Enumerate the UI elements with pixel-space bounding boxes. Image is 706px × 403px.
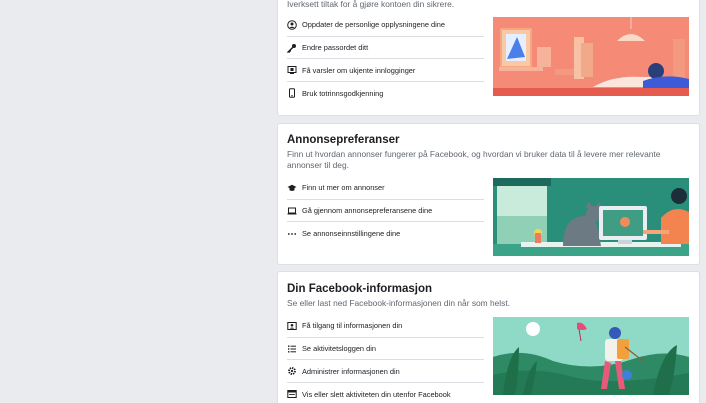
ad-preferences-illustration <box>493 178 689 256</box>
two-factor-link[interactable]: Bruk totrinnsgodkjenning <box>287 82 484 105</box>
security-illustration <box>493 17 689 96</box>
device-alert-icon <box>287 65 297 75</box>
item-label: Endre passordet ditt <box>302 43 369 53</box>
key-icon <box>287 43 297 53</box>
more-dots-icon <box>287 229 297 239</box>
security-description: Iverksett tiltak for å gjøre kontoen din… <box>287 0 455 9</box>
off-facebook-activity-link[interactable]: Vis eller slett aktiviteten din utenfor … <box>287 383 484 403</box>
id-card-icon <box>287 321 297 331</box>
review-ad-preferences-link[interactable]: Gå gjennom annonsepreferansene dine <box>287 200 484 223</box>
item-label: Gå gjennom annonsepreferansene dine <box>302 206 433 216</box>
security-item-list: Oppdater de personlige opplysningene din… <box>287 14 484 105</box>
learn-about-ads-link[interactable]: Finn ut mer om annonser <box>287 177 484 200</box>
ad-preferences-item-list: Finn ut mer om annonser Gå gjennom annon… <box>287 177 484 245</box>
item-label: Få tilgang til informasjonen din <box>302 321 403 331</box>
list-icon <box>287 344 297 354</box>
item-label: Administrer informasjonen din <box>302 366 400 376</box>
security-card: Iverksett tiltak for å gjøre kontoen din… <box>278 0 699 115</box>
facebook-information-card: Din Facebook-informasjon Se eller last n… <box>278 272 699 403</box>
change-password-link[interactable]: Endre passordet ditt <box>287 37 484 60</box>
access-information-link[interactable]: Få tilgang til informasjonen din <box>287 315 484 338</box>
user-circle-icon <box>287 20 297 30</box>
item-label: Oppdater de personlige opplysningene din… <box>302 20 445 30</box>
manage-information-link[interactable]: Administrer informasjonen din <box>287 360 484 384</box>
update-personal-info-link[interactable]: Oppdater de personlige opplysningene din… <box>287 14 484 37</box>
item-label: Se annonseinnstillingene dine <box>302 229 401 239</box>
facebook-information-title: Din Facebook-informasjon <box>287 283 433 295</box>
gear-icon <box>287 366 297 376</box>
history-icon <box>287 389 297 399</box>
facebook-information-illustration <box>493 317 689 395</box>
item-label: Bruk totrinnsgodkjenning <box>302 88 384 98</box>
ad-preferences-card: Annonsepreferanser Finn ut hvordan annon… <box>278 124 699 264</box>
phone-icon <box>287 88 297 99</box>
activity-log-link[interactable]: Se aktivitetsloggen din <box>287 338 484 361</box>
item-label: Se aktivitetsloggen din <box>302 344 376 354</box>
item-label: Finn ut mer om annonser <box>302 183 385 193</box>
graduation-cap-icon <box>287 183 297 193</box>
item-label: Få varsler om ukjente innlogginger <box>302 65 416 75</box>
ad-preferences-description: Finn ut hvordan annonser fungerer på Fac… <box>287 149 661 170</box>
facebook-information-item-list: Få tilgang til informasjonen din Se akti… <box>287 315 484 403</box>
facebook-information-description: Se eller last ned Facebook-informasjonen… <box>287 298 510 308</box>
ad-preferences-title: Annonsepreferanser <box>287 134 400 146</box>
item-label: Vis eller slett aktiviteten din utenfor … <box>302 389 451 399</box>
left-sidebar <box>0 0 268 403</box>
login-alerts-link[interactable]: Få varsler om ukjente innlogginger <box>287 59 484 83</box>
ad-settings-link[interactable]: Se annonseinnstillingene dine <box>287 222 484 245</box>
laptop-icon <box>287 206 297 216</box>
